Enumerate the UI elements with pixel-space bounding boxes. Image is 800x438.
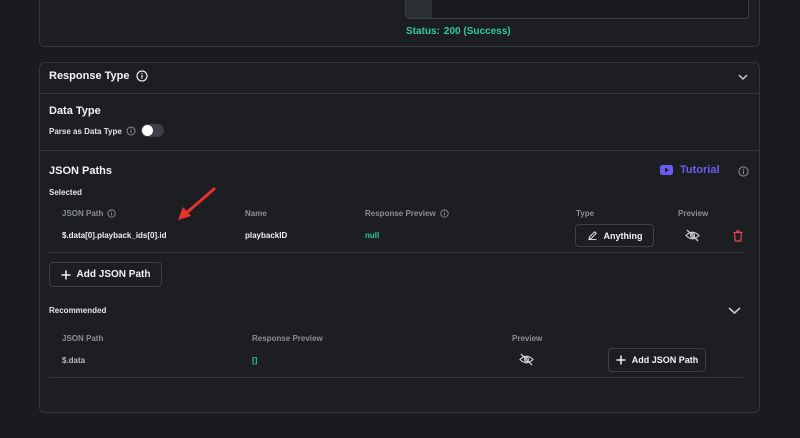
info-icon[interactable] <box>440 209 449 218</box>
parse-data-type-row: Parse as Data Type <box>49 126 136 136</box>
add-recommended-path-button[interactable]: Add JSON Path <box>608 348 706 372</box>
chevron-down-icon[interactable] <box>727 305 742 316</box>
column-label: JSON Path <box>62 209 104 218</box>
plus-icon <box>616 355 626 365</box>
json-paths-title: JSON Paths <box>49 165 112 177</box>
tutorial-link[interactable]: Tutorial <box>660 164 720 176</box>
name-cell[interactable]: playbackID <box>245 231 287 240</box>
eye-off-icon[interactable] <box>519 353 534 366</box>
json-path-cell: $.data <box>62 356 86 365</box>
pencil-icon <box>587 231 597 241</box>
type-select-button[interactable]: Anything <box>575 224 654 247</box>
response-body-viewer[interactable] <box>405 0 749 19</box>
add-recommended-path-label: Add JSON Path <box>631 355 699 365</box>
annotation-arrow <box>178 187 216 220</box>
column-preview: Preview <box>512 334 543 343</box>
plus-icon <box>61 270 71 279</box>
response-status: Status: 200 (Success) <box>406 26 511 37</box>
column-json-path: JSON Path <box>62 334 104 343</box>
type-select-label: Anything <box>603 230 643 241</box>
info-icon[interactable] <box>107 209 116 218</box>
column-json-path: JSON Path <box>62 209 116 218</box>
info-icon[interactable] <box>738 166 749 177</box>
response-type-header[interactable]: Response Type <box>49 70 148 82</box>
eye-off-icon[interactable] <box>685 229 700 242</box>
row-divider <box>49 252 743 253</box>
response-body-scrollbar[interactable] <box>406 0 432 18</box>
column-type: Type <box>576 209 595 218</box>
tutorial-label: Tutorial <box>680 164 720 176</box>
add-json-path-label: Add JSON Path <box>76 269 151 280</box>
info-icon[interactable] <box>126 126 136 136</box>
status-label: Status: <box>406 26 440 37</box>
info-icon[interactable] <box>135 70 148 82</box>
column-preview: Preview <box>678 209 709 218</box>
column-name: Name <box>245 209 267 218</box>
parse-data-type-toggle[interactable] <box>141 124 164 137</box>
divider <box>40 150 759 151</box>
column-label: Response Preview <box>365 209 436 218</box>
response-type-title: Response Type <box>49 70 130 82</box>
json-path-cell: $.data[0].playback_ids[0].id <box>62 231 167 240</box>
response-preview-cell: null <box>365 231 380 240</box>
data-type-title: Data Type <box>49 105 101 117</box>
column-response-preview: Response Preview <box>252 334 323 343</box>
parse-data-type-label: Parse as Data Type <box>49 126 122 136</box>
row-divider <box>49 377 743 378</box>
column-response-preview: Response Preview <box>365 209 449 218</box>
status-value: 200 (Success) <box>443 26 511 37</box>
add-json-path-button[interactable]: Add JSON Path <box>49 262 162 287</box>
play-video-icon <box>660 165 673 175</box>
response-preview-cell: [] <box>252 356 258 365</box>
trash-icon[interactable] <box>733 230 743 242</box>
selected-title: Selected <box>49 188 82 197</box>
recommended-title: Recommended <box>49 306 107 315</box>
divider <box>40 93 759 94</box>
toggle-knob <box>142 125 153 136</box>
chevron-down-icon[interactable] <box>737 72 749 82</box>
